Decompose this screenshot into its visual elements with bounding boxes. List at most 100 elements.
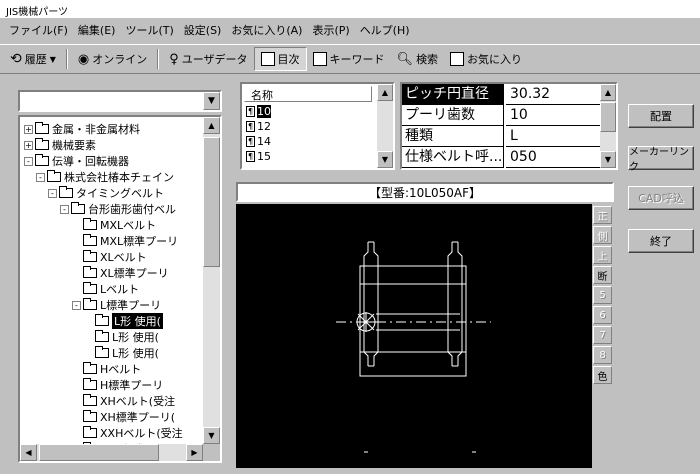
list-item[interactable]: ¶ 10 bbox=[246, 104, 271, 119]
menu-file[interactable]: ファイル(F) bbox=[4, 22, 73, 38]
tree-item[interactable]: XLベルト bbox=[72, 249, 147, 265]
online-button[interactable]: ◉ オンライン bbox=[72, 47, 153, 71]
expand-icon[interactable]: + bbox=[24, 124, 33, 134]
cad-call-button[interactable]: CAD呼込 bbox=[628, 186, 694, 210]
view-button[interactable]: 色 bbox=[593, 366, 612, 384]
right-flange-line bbox=[447, 242, 453, 366]
property-row[interactable]: プーリ歯数 10 bbox=[402, 105, 602, 126]
chevron-down-icon[interactable]: ▼ bbox=[203, 92, 220, 110]
property-row[interactable]: 種類 L bbox=[402, 126, 602, 147]
tree-item-label: Hベルト bbox=[100, 363, 142, 376]
tree-item[interactable]: - 伝導・回転機器 bbox=[24, 153, 129, 169]
view-button[interactable]: 正 bbox=[593, 206, 612, 224]
menu-bar: ファイル(F) 編集(E) ツール(T) 設定(S) お気に入り(A) 表示(P… bbox=[0, 19, 700, 40]
favorites-button[interactable]: お気に入り bbox=[444, 47, 528, 71]
menu-tools[interactable]: ツール(T) bbox=[120, 22, 178, 38]
tree-vertical-scrollbar[interactable]: ▲ ▼ bbox=[203, 117, 220, 444]
view-button[interactable]: 6 bbox=[593, 306, 612, 324]
size-list[interactable]: 名称 ¶ 10 ¶ 12 ¶ 14 ¶ 15 ▲ ▼ bbox=[240, 82, 395, 170]
scroll-down-icon[interactable]: ▼ bbox=[600, 151, 616, 168]
view-button[interactable]: 断 bbox=[593, 266, 612, 284]
pulley-body-outline bbox=[359, 265, 467, 377]
property-row[interactable]: 仕様ベルト呼... 050 bbox=[402, 147, 602, 168]
favorites-icon bbox=[450, 52, 465, 66]
tree-item[interactable]: XH標準プーリ( bbox=[72, 409, 175, 425]
tree-item[interactable]: - L標準プーリ bbox=[72, 297, 161, 313]
exit-button[interactable]: 終了 bbox=[628, 229, 694, 253]
props-scrollbar[interactable]: ▲ ▼ bbox=[600, 84, 616, 168]
keyword-button[interactable]: キーワード bbox=[307, 47, 391, 71]
search-button[interactable]: 🔍︎ 検索 bbox=[391, 47, 445, 71]
view-button[interactable]: 側 bbox=[593, 226, 612, 244]
category-dropdown[interactable]: ▼ bbox=[18, 90, 222, 112]
scroll-right-icon[interactable]: ▶ bbox=[186, 444, 203, 461]
tree-item[interactable]: L形 使用( bbox=[84, 345, 159, 361]
list-item[interactable]: ¶ 15 bbox=[246, 149, 271, 164]
property-value[interactable]: 10 bbox=[506, 105, 602, 126]
scroll-up-icon[interactable]: ▲ bbox=[377, 84, 393, 101]
tree-horizontal-scrollbar[interactable]: ◀ ▶ bbox=[20, 444, 203, 461]
tree-item-label: Lベルト bbox=[100, 283, 140, 296]
folder-icon bbox=[83, 410, 97, 422]
folder-icon bbox=[35, 138, 49, 150]
tree-item[interactable]: H標準プーリ bbox=[72, 377, 163, 393]
tree-item[interactable]: + 金属・非金属材料 bbox=[24, 121, 140, 137]
scroll-thumb[interactable] bbox=[203, 137, 220, 267]
tree-item[interactable]: XXHベルト(受注 bbox=[72, 425, 183, 441]
history-button[interactable]: ⟲ 履歴 ▼ bbox=[4, 47, 62, 71]
tree-item[interactable]: XL標準プーリ bbox=[72, 265, 169, 281]
tree-item[interactable]: Hベルト bbox=[72, 361, 141, 377]
scroll-thumb[interactable] bbox=[600, 102, 616, 132]
view-button[interactable]: 5 bbox=[593, 286, 612, 304]
menu-edit[interactable]: 編集(E) bbox=[73, 22, 121, 38]
menu-settings[interactable]: 設定(S) bbox=[179, 22, 227, 38]
tree-item[interactable]: - タイミングベルト bbox=[48, 185, 164, 201]
tree-item-label: XLベルト bbox=[100, 251, 147, 264]
list-header-name[interactable]: 名称 bbox=[244, 86, 372, 102]
view-button[interactable]: 7 bbox=[593, 326, 612, 344]
tree-item[interactable]: - 台形歯形歯付ベル bbox=[60, 201, 176, 217]
view-button[interactable]: 8 bbox=[593, 346, 612, 364]
property-value[interactable]: 30.32 bbox=[506, 84, 602, 105]
tree-item[interactable]: L形 使用( bbox=[84, 313, 163, 329]
maker-link-button[interactable]: メーカーリンク bbox=[628, 146, 694, 173]
hscroll-thumb[interactable] bbox=[39, 444, 159, 461]
tree-item[interactable]: Lベルト bbox=[72, 281, 139, 297]
expand-icon[interactable]: + bbox=[24, 140, 33, 150]
drawing-canvas[interactable] bbox=[236, 204, 594, 468]
tree-item[interactable]: XHベルト(受注 bbox=[72, 393, 175, 409]
list-scrollbar[interactable]: ▲ ▼ bbox=[377, 84, 393, 168]
place-button[interactable]: 配置 bbox=[628, 104, 694, 128]
scroll-up-icon[interactable]: ▲ bbox=[203, 117, 220, 134]
user-icon: ♀ bbox=[169, 51, 179, 67]
property-row[interactable]: ピッチ円直径 30.32 bbox=[402, 84, 602, 105]
tree-item[interactable]: - 株式会社椿本チェイン bbox=[36, 169, 174, 185]
list-item[interactable]: ¶ 14 bbox=[246, 134, 271, 149]
collapse-icon[interactable]: - bbox=[48, 188, 57, 198]
property-value[interactable]: L bbox=[506, 126, 602, 147]
contents-button[interactable]: 目次 bbox=[253, 47, 307, 71]
tree-item-label: L形 使用( bbox=[112, 331, 159, 344]
menu-favorites[interactable]: お気に入り(A) bbox=[226, 22, 307, 38]
userdata-button[interactable]: ♀ ユーザデータ bbox=[163, 47, 253, 71]
collapse-icon[interactable]: - bbox=[36, 172, 45, 182]
part-icon: ¶ bbox=[246, 121, 255, 132]
scroll-down-icon[interactable]: ▼ bbox=[203, 427, 220, 444]
property-value[interactable]: 050 bbox=[506, 147, 602, 168]
tree-item[interactable]: L形 使用( bbox=[84, 329, 159, 345]
list-item[interactable]: ¶ 12 bbox=[246, 119, 271, 134]
scroll-up-icon[interactable]: ▲ bbox=[600, 84, 616, 101]
menu-view[interactable]: 表示(P) bbox=[307, 22, 354, 38]
tree-item[interactable]: MXLベルト bbox=[72, 217, 156, 233]
category-tree[interactable]: + 金属・非金属材料 + 機械要素 - 伝導・回転機器 - 株式会社椿本チェイン - タイミングベ… bbox=[18, 115, 222, 463]
tree-item[interactable]: MXL標準プーリ bbox=[72, 233, 178, 249]
scroll-down-icon[interactable]: ▼ bbox=[377, 151, 393, 168]
scroll-left-icon[interactable]: ◀ bbox=[20, 444, 37, 461]
menu-help[interactable]: ヘルプ(H) bbox=[355, 22, 415, 38]
collapse-icon[interactable]: - bbox=[24, 156, 33, 166]
view-button[interactable]: 上 bbox=[593, 246, 612, 264]
property-grid[interactable]: ピッチ円直径 30.32 プーリ歯数 10 種類 L 仕様ベルト呼... 050 ▲ ▼ bbox=[400, 82, 618, 170]
collapse-icon[interactable]: - bbox=[72, 300, 81, 310]
tree-item[interactable]: + 機械要素 bbox=[24, 137, 96, 153]
collapse-icon[interactable]: - bbox=[60, 204, 69, 214]
